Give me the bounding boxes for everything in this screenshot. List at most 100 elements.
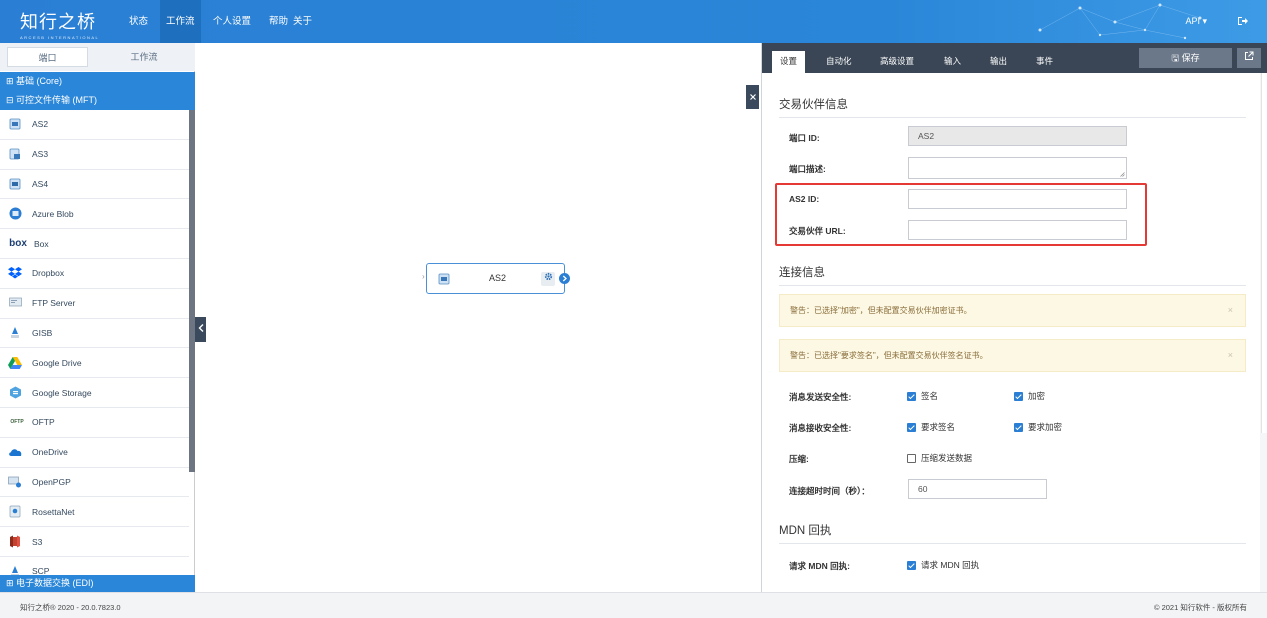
category-core[interactable]: ⊞ 基础 (Core) [0, 72, 195, 91]
nav-about[interactable]: 关于 [287, 0, 318, 43]
as3-icon [8, 147, 22, 161]
onedrive-icon [8, 445, 22, 459]
list-item[interactable]: OpenPGP [0, 468, 189, 498]
category-mft[interactable]: ⊟ 可控文件传输 (MFT) [0, 91, 195, 110]
connector-list: AS2 AS3 AS4 Azure Blob box Box Dropbox F… [0, 110, 189, 575]
list-item[interactable]: Google Storage [0, 378, 189, 408]
connector-label: AS2 [32, 119, 49, 130]
checkbox-icon [907, 391, 916, 401]
port-id-field[interactable]: AS2 [908, 126, 1127, 146]
close-panel-button[interactable] [746, 85, 759, 109]
partner-url-field[interactable] [908, 220, 1127, 240]
resize-handle-icon[interactable] [1120, 172, 1125, 177]
top-nav-bar: 知行之桥 ARCESB INTERNATIONAL 状态 工作流 个人设置 帮助… [0, 0, 1267, 43]
connector-label: GISB [32, 327, 53, 338]
s3-icon [8, 535, 22, 549]
close-icon [749, 94, 756, 100]
connector-label: Box [34, 238, 49, 249]
connector-label: SCP [32, 566, 50, 575]
workflow-node-as2[interactable]: AS2 [426, 263, 565, 294]
app-logo[interactable]: 知行之桥 ARCESB INTERNATIONAL [20, 8, 99, 40]
scp-icon [8, 564, 22, 575]
category-edi[interactable]: ⊞ 电子数据交换 (EDI) [0, 575, 195, 592]
mdn-checkbox[interactable]: 请求 MDN 回执 [907, 559, 979, 571]
list-item[interactable]: GISB [0, 319, 189, 349]
list-item[interactable]: FTP Server [0, 289, 189, 319]
list-item[interactable]: AS3 [0, 140, 189, 170]
recv-encrypt-checkbox[interactable]: 要求加密 [1014, 421, 1062, 433]
node-output-port[interactable] [559, 273, 570, 284]
alert-text: 警告：已选择"要求签名"，但未配置交易伙伴签名证书。 [790, 351, 988, 360]
checkbox-label: 请求 MDN 回执 [921, 560, 980, 570]
compress-checkbox[interactable]: 压缩发送数据 [907, 452, 972, 464]
tab-settings[interactable]: 设置 [772, 51, 806, 73]
connector-label: AS4 [32, 178, 49, 189]
port-desc-label: 端口描述: [789, 164, 826, 174]
connector-label: Dropbox [32, 268, 65, 279]
as2-icon [8, 117, 22, 131]
logout-icon[interactable] [1237, 15, 1249, 27]
nav-personal-settings[interactable]: 个人设置 [207, 0, 257, 43]
alert-text: 警告：已选择"加密"，但未配置交易伙伴加密证书。 [790, 306, 972, 315]
footer: 知行之桥® 2020 - 20.0.7823.0 © 2021 知行软件 - 版… [0, 592, 1267, 618]
tab-output[interactable]: 输出 [982, 51, 1015, 73]
list-item[interactable]: RosettaNet [0, 497, 189, 528]
list-item[interactable]: OFTP OFTP [0, 408, 189, 438]
version-text: 知行之桥® 2020 - 20.0.7823.0 [20, 603, 121, 612]
list-item[interactable]: SCP [0, 557, 189, 575]
logo-subtitle: ARCESB INTERNATIONAL [20, 35, 100, 40]
checkbox-icon [907, 422, 916, 432]
ftp-server-icon [8, 296, 22, 310]
port-desc-field[interactable] [908, 157, 1127, 179]
tab-workflows[interactable]: 工作流 [100, 47, 188, 67]
nav-status[interactable]: 状态 [123, 0, 154, 43]
connector-label: OneDrive [32, 447, 68, 458]
tab-advanced[interactable]: 高级设置 [872, 51, 922, 73]
list-item[interactable]: AS2 [0, 110, 189, 140]
tab-events[interactable]: 事件 [1028, 51, 1061, 73]
scrollbar-thumb[interactable] [1261, 73, 1267, 433]
list-item[interactable]: AS4 [0, 170, 189, 200]
tab-automation[interactable]: 自动化 [818, 51, 860, 73]
google-drive-icon [8, 356, 22, 370]
settings-tabs: 设置 自动化 高级设置 输入 输出 事件 🖫 保存 [762, 43, 1267, 73]
timeout-label: 连接超时时间（秒）： [789, 486, 870, 496]
as2-id-field[interactable] [908, 189, 1127, 209]
list-item[interactable]: OneDrive [0, 438, 189, 468]
connector-label: FTP Server [32, 298, 76, 309]
send-encrypt-checkbox[interactable]: 加密 [1014, 390, 1045, 402]
connector-label: RosettaNet [32, 506, 75, 517]
nav-workflow[interactable]: 工作流 [160, 0, 201, 43]
section-connection-info: 连接信息 [779, 264, 1246, 286]
list-item[interactable]: Dropbox [0, 259, 189, 289]
list-item[interactable]: box Box [0, 229, 189, 259]
recv-sign-checkbox[interactable]: 要求签名 [907, 421, 955, 433]
list-item[interactable]: Azure Blob [0, 199, 189, 230]
compress-label: 压缩: [789, 454, 809, 464]
tab-ports[interactable]: 端口 [7, 47, 88, 67]
timeout-field[interactable]: 60 [908, 479, 1047, 499]
section-mdn: MDN 回执 [779, 522, 1246, 544]
settings-scrollbar[interactable] [1260, 73, 1267, 592]
checkbox-label: 加密 [1028, 391, 1046, 401]
save-button[interactable]: 🖫 保存 [1139, 48, 1232, 68]
gear-icon [544, 272, 552, 281]
palette-scrollbar[interactable] [189, 110, 195, 472]
collapse-palette-button[interactable] [195, 317, 206, 342]
alert-close-button[interactable]: × [1228, 295, 1233, 326]
open-external-button[interactable] [1237, 48, 1261, 68]
api-menu[interactable]: API ▾ [1185, 0, 1207, 43]
send-sign-checkbox[interactable]: 签名 [907, 390, 938, 402]
list-item[interactable]: Google Drive [0, 348, 189, 379]
list-item[interactable]: S3 [0, 527, 189, 557]
node-input-port[interactable]: › [422, 272, 425, 281]
section-partner-info: 交易伙伴信息 [779, 96, 1246, 118]
recv-security-label: 消息接收安全性: [789, 423, 852, 433]
node-settings-button[interactable] [541, 272, 555, 286]
connector-label: S3 [32, 536, 43, 547]
checkbox-label: 压缩发送数据 [921, 453, 973, 463]
checkbox-label: 要求加密 [1028, 422, 1063, 432]
tab-input[interactable]: 输入 [936, 51, 969, 73]
google-storage-icon [8, 386, 22, 400]
alert-close-button[interactable]: × [1228, 340, 1233, 371]
